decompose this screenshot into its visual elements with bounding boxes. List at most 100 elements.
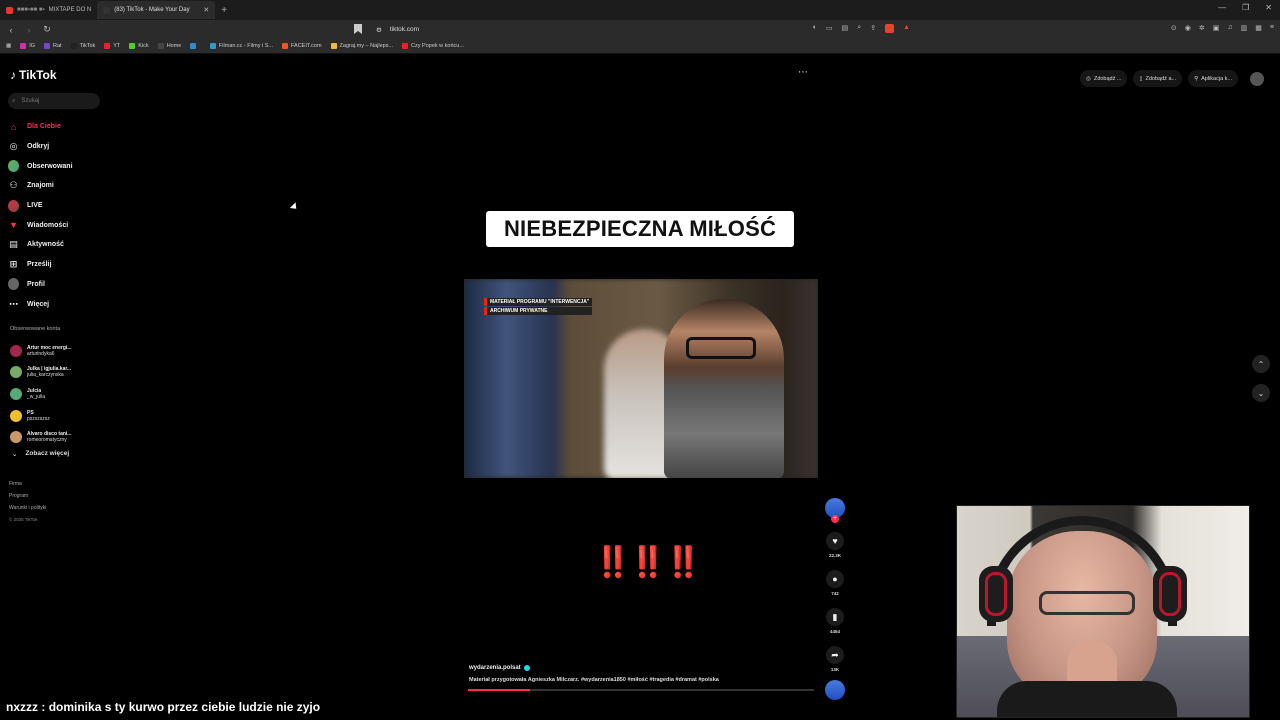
menu-icon[interactable]: ≡: [1270, 24, 1274, 32]
brave-rewards-icon[interactable]: ▲: [903, 24, 910, 33]
chat-text: dominika s ty kurwo przez ciebie ludzie …: [48, 700, 321, 714]
video-thumbnail[interactable]: MATERIAŁ PROGRAMU "INTERWENCJA" ARCHIWUM…: [464, 279, 818, 478]
footer-link[interactable]: Program: [9, 490, 46, 502]
tiktok-icon: [70, 43, 77, 49]
bookmark-item[interactable]: Rat: [44, 43, 62, 49]
sidebar-item-wiecej[interactable]: ⋯ Więcej: [8, 294, 108, 314]
video-source-label: MATERIAŁ PROGRAMU "INTERWENCJA" ARCHIWUM…: [484, 298, 593, 315]
bookmark-item[interactable]: Czy Popek w końcu...: [402, 43, 464, 49]
next-video-button[interactable]: ⌄: [1252, 384, 1270, 402]
sidebar-item-aktywnosc[interactable]: ▤ Aktywność: [8, 235, 108, 255]
puzzle-icon[interactable]: ✲: [1199, 24, 1205, 32]
sidebar-item-dla-ciebie[interactable]: ⌂ Dla Ciebie: [8, 117, 108, 137]
folder-icon: [190, 43, 197, 49]
compass-icon: ◎: [9, 141, 18, 152]
wallet-icon[interactable]: ▣: [1213, 24, 1220, 32]
leo-icon[interactable]: ▦: [1255, 24, 1262, 32]
media-icon[interactable]: ♫: [1227, 24, 1232, 32]
headset-right-ear: [1153, 566, 1187, 622]
tab-tiktok[interactable]: (83) TikTok - Make Your Day ✕: [97, 1, 216, 19]
followed-account[interactable]: Artur moc energi... arturindyka6: [10, 340, 105, 362]
more-options-icon[interactable]: ⋯: [798, 67, 808, 78]
minimize-icon[interactable]: —: [1218, 3, 1226, 12]
followed-account[interactable]: Alvaro disco tani... romeoromatyczny: [10, 426, 105, 448]
sidebar-item-wiadomosci[interactable]: ▼ Wiadomości: [8, 215, 108, 235]
restore-icon[interactable]: ❐: [1242, 3, 1249, 12]
chevron-down-icon: ⌄: [12, 451, 18, 458]
get-app-button[interactable]: ▯ Zdobądź a...: [1133, 70, 1183, 87]
user-avatar[interactable]: [1250, 71, 1264, 86]
share-button[interactable]: ➦: [826, 646, 844, 664]
extension-icon[interactable]: ◉: [1185, 24, 1191, 32]
followed-account[interactable]: PS pszszszsz: [10, 405, 105, 427]
forward-icon[interactable]: ›: [22, 25, 36, 35]
search-input[interactable]: ⌕ Szukaj: [8, 93, 100, 109]
sidebar-item-odkryj[interactable]: ◎ Odkryj: [8, 137, 108, 157]
tab-label: (83) TikTok - Make Your Day: [114, 7, 190, 13]
comment-button[interactable]: ●: [826, 570, 844, 588]
video-progress-bar[interactable]: [468, 689, 814, 691]
bookmark-item[interactable]: IG: [20, 43, 35, 49]
sidebar-icon[interactable]: ▥: [1241, 24, 1248, 32]
close-window-icon[interactable]: ✕: [1265, 3, 1272, 12]
sound-disc[interactable]: [825, 680, 845, 700]
desktop-app-button[interactable]: ⚲ Aplikacja k...: [1188, 70, 1238, 87]
back-icon[interactable]: ‹: [4, 25, 18, 35]
tab-bar: ■■■▪■■ ■▪ MIXTAPE DO N (83) TikTok - Mak…: [0, 0, 1280, 20]
video-headline: NIEBEZPIECZNA MIŁOŚĆ: [486, 211, 794, 247]
friends-icon: ⚇: [9, 180, 18, 191]
share-icon[interactable]: ⇪: [870, 24, 876, 33]
new-tab-icon[interactable]: +: [215, 5, 233, 16]
followed-account[interactable]: Julcia _w_julia: [10, 383, 105, 405]
instagram-icon: [20, 43, 27, 49]
save-button[interactable]: ▮: [826, 608, 844, 626]
phone-icon: ▯: [1139, 75, 1143, 82]
bookmark-item[interactable]: TikTok: [70, 43, 95, 49]
bookmark-item[interactable]: FACEIT.com: [281, 43, 322, 49]
see-more-button[interactable]: ⌄ Zobacz więcej: [12, 450, 69, 458]
previous-video-button[interactable]: ⌃: [1252, 355, 1270, 373]
creator-avatar[interactable]: +: [825, 498, 845, 523]
bookmarks-bar: ▦ IG Rat TikTok YT Kick Home Filman.cc -…: [0, 39, 1280, 54]
zagraj-icon: [330, 43, 337, 49]
tab-mixtape[interactable]: ■■■▪■■ ■▪ MIXTAPE DO N: [0, 1, 97, 19]
bookmark-item[interactable]: Kick: [129, 43, 149, 49]
get-coins-button[interactable]: ◎ Zdobądź ...: [1080, 70, 1128, 87]
video-author[interactable]: wydarzenia.polsat: [469, 665, 530, 671]
kick-icon: [129, 43, 136, 49]
brave-shield-icon[interactable]: [885, 24, 895, 33]
like-button[interactable]: ♥: [826, 532, 844, 550]
pip-icon[interactable]: ▭: [826, 24, 833, 33]
tiktok-logo[interactable]: ♪ TikTok: [10, 68, 57, 82]
sidebar-item-znajomi[interactable]: ⚇ Znajomi: [8, 176, 108, 196]
feed-navigation: ⌃ ⌄: [1252, 355, 1270, 402]
chat-username: nxzzz: [6, 700, 39, 714]
bookmark-item[interactable]: YT: [104, 43, 120, 49]
bookmark-item[interactable]: Zagraj.my – Najleps...: [330, 43, 393, 49]
bookmark-icon[interactable]: [354, 24, 362, 34]
home-icon: ⌂: [10, 121, 17, 132]
mute-icon[interactable]: ◐: [813, 24, 817, 33]
site-info-icon[interactable]: ⚙: [376, 26, 382, 34]
stream-chat-message: nxzzz : dominika s ty kurwo przez ciebie…: [6, 700, 321, 714]
reload-icon[interactable]: ↻: [40, 24, 54, 35]
x-icon: [157, 43, 164, 49]
follow-plus-icon[interactable]: +: [831, 515, 839, 523]
bookmark-item[interactable]: Home: [157, 43, 181, 49]
bookmark-item[interactable]: Filman.cc - Filmy i S...: [209, 43, 273, 49]
sidebar-item-live[interactable]: LIVE: [8, 196, 108, 216]
sidebar-item-profil[interactable]: Profil: [8, 275, 108, 295]
zoom-icon[interactable]: ⌕: [857, 24, 861, 33]
footer-link[interactable]: Warunki i polityki: [9, 502, 46, 514]
followed-account[interactable]: Julka | igjulia.kar... julia_karczynska: [10, 362, 105, 384]
vpn-icon[interactable]: ⊙: [1171, 24, 1177, 32]
close-tab-icon[interactable]: ✕: [203, 6, 209, 14]
streamer-glasses: [1039, 591, 1135, 615]
sidebar-item-przeslij[interactable]: ⊞ Prześlij: [8, 255, 108, 275]
bookmark-item[interactable]: [190, 43, 201, 49]
search-placeholder: Szukaj: [21, 98, 40, 104]
sidebar-item-obserwowani[interactable]: Obserwowani: [8, 156, 108, 176]
translate-icon[interactable]: ▤: [842, 24, 849, 33]
footer-link[interactable]: Firma: [9, 478, 46, 490]
apps-icon[interactable]: ▦: [6, 43, 11, 49]
